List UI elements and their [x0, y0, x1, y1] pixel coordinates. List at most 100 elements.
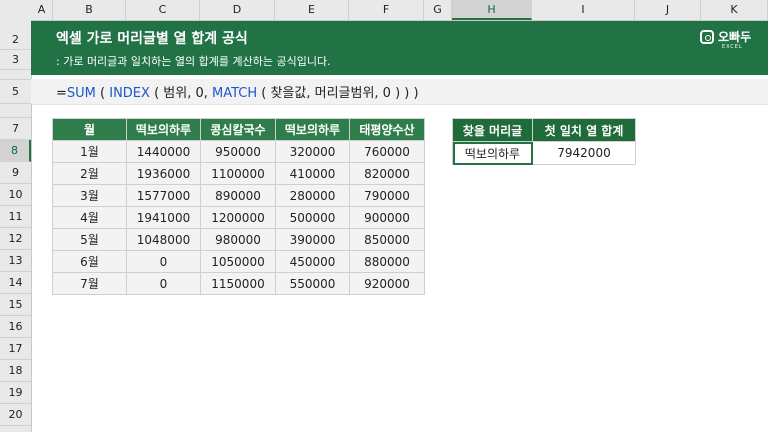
table-cell[interactable]: 2월 [52, 162, 127, 185]
table-cell[interactable]: 1월 [52, 140, 127, 163]
table-cell[interactable]: 550000 [275, 272, 350, 295]
row-header-5[interactable]: 5 [0, 80, 31, 104]
row-header-15[interactable]: 15 [0, 294, 31, 316]
table-cell[interactable]: 950000 [200, 140, 276, 163]
row-header-12[interactable]: 12 [0, 228, 31, 250]
row-header-4[interactable] [0, 70, 31, 80]
table-header-cell[interactable]: 태평양수산 [349, 118, 425, 141]
table-cell[interactable]: 1050000 [200, 250, 276, 273]
column-header-g[interactable]: G [424, 0, 452, 20]
formula-equals: = [56, 86, 67, 101]
formula-part-2: ( 범위, 0, [149, 86, 212, 101]
table-row: 1월 1440000 950000 320000 760000 [52, 140, 425, 163]
row-header-11[interactable]: 11 [0, 206, 31, 228]
column-header-f[interactable]: F [349, 0, 424, 20]
lookup-header-row: 찾을 머리글 첫 일치 열 합계 [452, 118, 636, 142]
row-header-14[interactable]: 14 [0, 272, 31, 294]
column-header-h[interactable]: H [452, 0, 532, 20]
table-cell[interactable]: 0 [126, 250, 201, 273]
table-cell[interactable]: 390000 [275, 228, 350, 251]
table-cell[interactable]: 920000 [349, 272, 425, 295]
column-header-d[interactable]: D [200, 0, 275, 20]
table-cell[interactable]: 980000 [200, 228, 276, 251]
table-row: 2월 1936000 1100000 410000 820000 [52, 162, 425, 185]
table-cell[interactable]: 1100000 [200, 162, 276, 185]
brand-logo: 오빠두 EXCEL [700, 28, 756, 52]
table-cell[interactable]: 790000 [349, 184, 425, 207]
row-header-6[interactable] [0, 104, 31, 118]
table-row: 4월 1941000 1200000 500000 900000 [52, 206, 425, 229]
table-cell[interactable]: 760000 [349, 140, 425, 163]
brand-logo-icon [700, 30, 714, 44]
table-cell[interactable]: 1048000 [126, 228, 201, 251]
sales-table: 월 떡보의하루 콩심칼국수 떡보의하루 태평양수산 1월 1440000 950… [52, 118, 425, 295]
brand-logo-name: 오빠두 [718, 30, 752, 44]
table-cell[interactable]: 6월 [52, 250, 127, 273]
lookup-table: 찾을 머리글 첫 일치 열 합계 떡보의하루 7942000 [452, 118, 636, 165]
formula-part-3: ( 찾을값, 머리글범위, 0 ) ) ) [257, 86, 419, 101]
table-cell[interactable]: 280000 [275, 184, 350, 207]
row-header-17[interactable]: 17 [0, 338, 31, 360]
table-cell[interactable]: 1150000 [200, 272, 276, 295]
table-cell[interactable]: 1200000 [200, 206, 276, 229]
table-header-cell[interactable]: 콩심칼국수 [200, 118, 276, 141]
table-cell[interactable]: 7월 [52, 272, 127, 295]
table-cell[interactable]: 500000 [275, 206, 350, 229]
row-header-19[interactable]: 19 [0, 382, 31, 404]
row-header-7[interactable]: 7 [0, 118, 31, 140]
column-header-c[interactable]: C [126, 0, 200, 20]
table-cell[interactable]: 320000 [275, 140, 350, 163]
lookup-value-cell[interactable]: 떡보의하루 [452, 141, 533, 165]
row-header-20[interactable]: 20 [0, 404, 31, 426]
page-title: 엑셀 가로 머리글별 열 합계 공식 [56, 31, 248, 47]
table-cell[interactable]: 3월 [52, 184, 127, 207]
formula-fn-match: MATCH [212, 86, 258, 101]
table-cell[interactable]: 1941000 [126, 206, 201, 229]
row-header-10[interactable]: 10 [0, 184, 31, 206]
row-header-bar: 2 3 5 7 8 9 10 11 12 13 14 15 16 17 18 1… [0, 20, 32, 432]
table-cell[interactable]: 410000 [275, 162, 350, 185]
table-cell[interactable]: 5월 [52, 228, 127, 251]
table-cell[interactable]: 0 [126, 272, 201, 295]
column-header-a[interactable]: A [31, 0, 53, 20]
table-cell[interactable]: 890000 [200, 184, 276, 207]
table-row: 3월 1577000 890000 280000 790000 [52, 184, 425, 207]
table-cell[interactable]: 4월 [52, 206, 127, 229]
column-header-e[interactable]: E [275, 0, 349, 20]
table-row: 7월 0 1150000 550000 920000 [52, 272, 425, 295]
row-header-3[interactable]: 3 [0, 50, 31, 70]
row-header-2[interactable]: 2 [0, 30, 31, 50]
formula-fn-index: INDEX [109, 86, 150, 101]
row-header-8[interactable]: 8 [0, 140, 31, 162]
column-header-j[interactable]: J [635, 0, 701, 20]
column-header-bar: A B C D E F G H I J K [0, 0, 768, 21]
row-header-16[interactable]: 16 [0, 316, 31, 338]
column-header-i[interactable]: I [532, 0, 635, 20]
table-header-cell[interactable]: 떡보의하루 [126, 118, 201, 141]
formula-part-1: ( [95, 86, 110, 101]
row-header-13[interactable]: 13 [0, 250, 31, 272]
table-cell[interactable]: 450000 [275, 250, 350, 273]
table-cell[interactable]: 850000 [349, 228, 425, 251]
formula-text[interactable]: =SUM ( INDEX ( 범위, 0, MATCH ( 찾을값, 머리글범위… [56, 82, 419, 101]
page-subtitle: : 가로 머리글과 일치하는 열의 합계를 계산하는 공식입니다. [56, 55, 331, 68]
table-cell[interactable]: 820000 [349, 162, 425, 185]
table-header-cell[interactable]: 떡보의하루 [275, 118, 350, 141]
column-header-k[interactable]: K [701, 0, 768, 20]
row-header-18[interactable]: 18 [0, 360, 31, 382]
column-header-b[interactable]: B [53, 0, 126, 20]
lookup-header-cell[interactable]: 첫 일치 열 합계 [532, 118, 636, 142]
formula-fn-sum: SUM [66, 86, 96, 101]
lookup-header-cell[interactable]: 찾을 머리글 [452, 118, 533, 142]
row-header-9[interactable]: 9 [0, 162, 31, 184]
table-cell[interactable]: 1577000 [126, 184, 201, 207]
table-cell[interactable]: 900000 [349, 206, 425, 229]
brand-logo-sub: EXCEL [722, 44, 743, 50]
table-cell[interactable]: 1440000 [126, 140, 201, 163]
table-cell[interactable]: 1936000 [126, 162, 201, 185]
table-header-row: 월 떡보의하루 콩심칼국수 떡보의하루 태평양수산 [52, 118, 425, 141]
table-cell[interactable]: 880000 [349, 250, 425, 273]
table-row: 6월 0 1050000 450000 880000 [52, 250, 425, 273]
lookup-result-cell[interactable]: 7942000 [532, 141, 636, 165]
table-header-cell[interactable]: 월 [52, 118, 127, 141]
